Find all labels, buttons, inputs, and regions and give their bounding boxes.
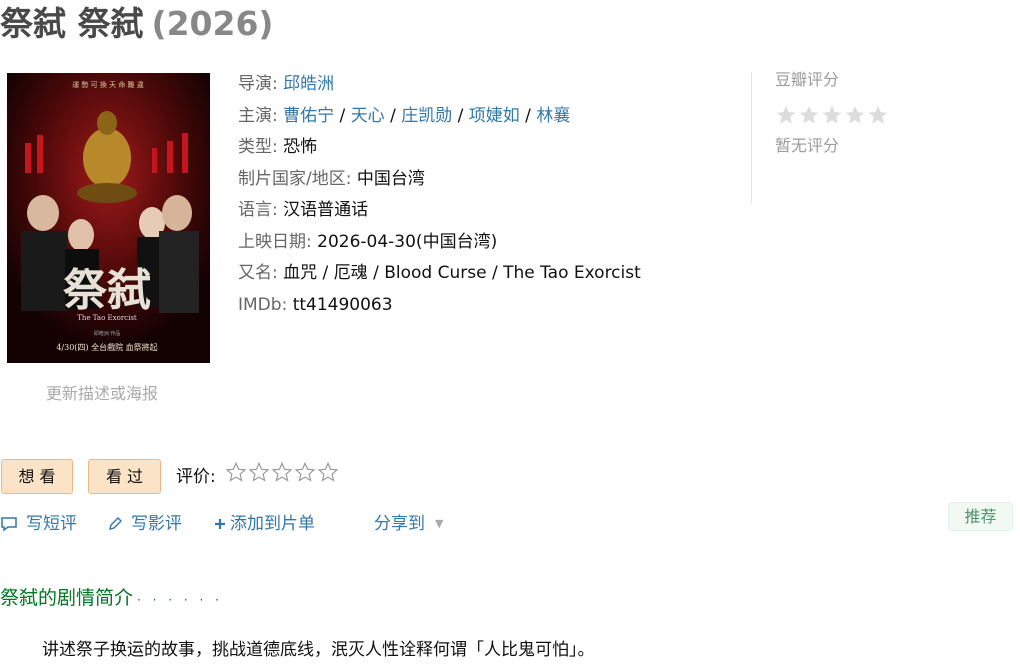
star-icon [845,105,865,124]
rating-stars [775,104,975,128]
evaluate-stars [225,461,340,493]
release-value: 2026-04-30(中国台湾) [317,231,498,252]
star-outline-icon[interactable] [271,461,293,483]
poster-art: 運 勢 可 換 天 命 難 違 祭弑 The Tao Exorcist 邱皓洲 … [7,73,210,363]
synopsis-dots: · · · · · · [137,593,223,607]
movie-title: 祭弑 祭弑 [0,4,144,43]
cast-link[interactable]: 曹佑宁 [283,106,334,126]
comment-icon [1,517,17,532]
no-rating-text: 暂无评分 [775,136,840,155]
rating-label: 豆瓣评分 [775,70,840,89]
write-short-review-link[interactable]: 写短评 [0,510,77,538]
director-label: 导演: [238,74,278,94]
poster-calligraphy: 祭弑 [63,265,151,316]
imdb-value: tt41490063 [292,294,393,315]
poster-tagline: 運 勢 可 換 天 命 難 違 [72,80,144,89]
movie-info: 导演: 邱皓洲 主演: 曹佑宁 / 天心 / 庄凯勋 / 项婕如 / 林襄 类型… [238,69,738,321]
movie-poster[interactable]: 運 勢 可 換 天 命 難 違 祭弑 The Tao Exorcist 邱皓洲 … [7,73,210,363]
cast-link[interactable]: 天心 [351,106,385,126]
pencil-icon [109,517,122,530]
star-outline-icon[interactable] [317,461,339,483]
director-row: 导演: 邱皓洲 [238,69,738,101]
language-label: 语言: [238,200,278,220]
country-row: 制片国家/地区: 中国台湾 [238,164,738,196]
country-value: 中国台湾 [356,168,425,189]
share-label: 分享到 [374,514,425,534]
poster-release: 4/30(四) 全台戲院 血祭將起 [56,342,157,352]
recommend-button[interactable]: 推荐 [948,502,1013,531]
aka-row: 又名: 血咒 / 厄魂 / Blood Curse / The Tao Exor… [238,258,738,290]
divider [751,72,752,204]
watched-button[interactable]: 看 过 [88,459,161,494]
cast-link[interactable]: 项婕如 [469,106,520,126]
release-row: 上映日期: 2026-04-30(中国台湾) [238,227,738,259]
cast-link[interactable]: 庄凯勋 [401,106,452,126]
star-icon [868,105,888,124]
country-label: 制片国家/地区: [238,168,352,189]
chevron-down-icon: ▼ [435,517,444,530]
douban-rating: 豆瓣评分 暂无评分 [775,68,975,156]
synopsis-title: 祭弑的剧情简介 [0,587,134,609]
write-review-link[interactable]: 写影评 [107,510,182,538]
plus-icon [215,519,225,529]
want-to-watch-button[interactable]: 想 看 [1,459,73,494]
write-short-review-label: 写短评 [26,514,77,534]
imdb-row: IMDb: tt41490063 [238,290,738,322]
cast-link[interactable]: 林襄 [536,106,570,126]
star-icon [799,105,819,124]
synopsis-text: 讲述祭子换运的故事，挑战道德底线，泯灭人性诠释何谓「人比鬼可怕」。 [42,640,595,660]
release-label: 上映日期: [238,231,312,252]
aka-value: 血咒 / 厄魂 / Blood Curse / The Tao Exorcist [283,263,641,283]
star-outline-icon[interactable] [294,461,316,483]
star-icon [776,105,796,124]
genre-label: 类型: [238,137,278,157]
genre-row: 类型: 恐怖 [238,132,738,164]
write-review-label: 写影评 [131,514,182,534]
poster-english: The Tao Exorcist [77,314,137,322]
page-title: 祭弑 祭弑 (2026) [0,2,274,46]
language-row: 语言: 汉语普通话 [238,195,738,227]
director-link[interactable]: 邱皓洲 [283,74,334,94]
poster-credits: 邱皓洲 作品 [94,330,121,337]
add-to-list-label: 添加到片单 [230,514,315,534]
genre-value: 恐怖 [283,137,318,157]
star-icon [822,105,842,124]
add-to-list-link[interactable]: 添加到片单 [214,510,315,538]
share-dropdown[interactable]: 分享到 ▼ [374,510,443,538]
aka-label: 又名: [238,263,278,283]
star-outline-icon[interactable] [248,461,270,483]
evaluate-label: 评价: [176,467,216,487]
imdb-label: IMDb: [238,294,288,315]
synopsis-heading: 祭弑的剧情简介 · · · · · · [0,584,223,614]
cast-label: 主演: [238,105,278,126]
language-value: 汉语普通话 [283,200,369,220]
update-description-link[interactable]: 更新描述或海报 [46,380,158,404]
star-outline-icon[interactable] [225,461,247,483]
evaluate: 评价: [176,461,340,491]
movie-year: (2026) [151,4,274,43]
cast-row: 主演: 曹佑宁 / 天心 / 庄凯勋 / 项婕如 / 林襄 [238,105,571,126]
